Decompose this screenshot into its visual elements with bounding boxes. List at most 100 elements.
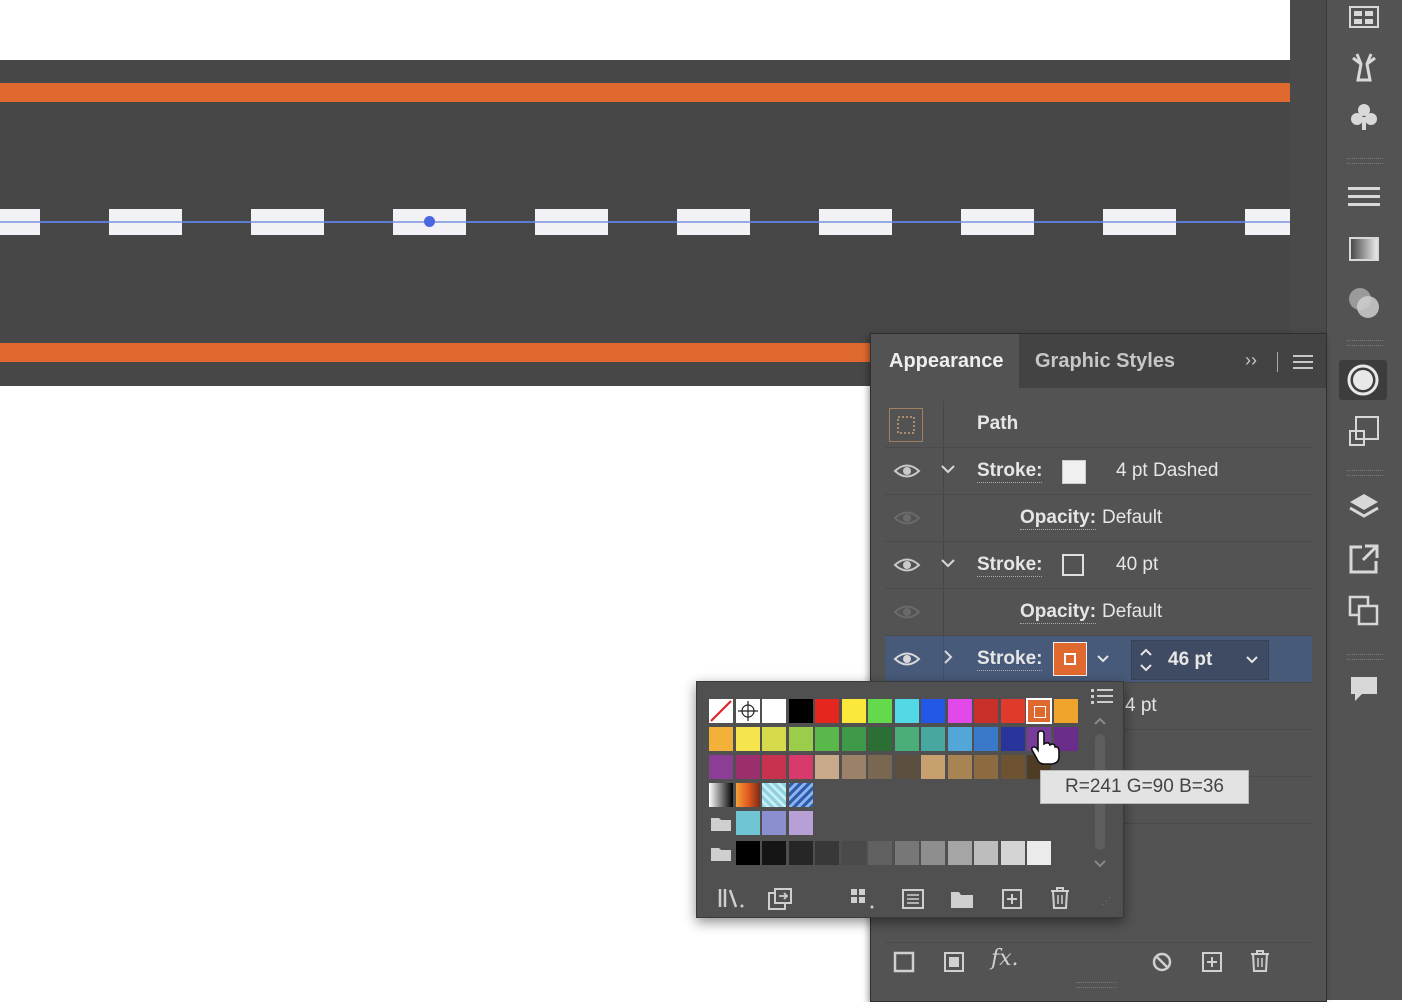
appearance-icon[interactable] <box>1339 360 1387 400</box>
color-swatch[interactable] <box>921 727 945 751</box>
opacity-row[interactable]: Opacity: Default <box>885 495 1312 542</box>
gradient-icon[interactable] <box>1347 232 1381 266</box>
stroke-value[interactable]: 4 pt Dashed <box>1116 460 1218 482</box>
swatch-options-icon[interactable] <box>849 887 877 911</box>
show-kinds-icon[interactable] <box>767 887 793 911</box>
dock-grip[interactable] <box>1347 470 1383 476</box>
stroke-value[interactable]: 40 pt <box>1116 554 1158 576</box>
dock-grip[interactable] <box>1347 340 1383 346</box>
stroke-weight-value[interactable]: 46 pt <box>1168 649 1212 671</box>
artboards-icon[interactable] <box>1347 594 1381 628</box>
color-swatch[interactable] <box>921 699 945 723</box>
visibility-eye-icon[interactable] <box>893 601 921 623</box>
color-swatch[interactable] <box>788 699 813 723</box>
color-swatch[interactable] <box>762 841 786 865</box>
swatch-dropdown-icon[interactable] <box>1095 651 1111 667</box>
transparency-icon[interactable] <box>1347 286 1381 320</box>
comments-icon[interactable] <box>1347 672 1381 706</box>
weight-dropdown-icon[interactable] <box>1244 652 1260 668</box>
color-swatch[interactable] <box>1000 727 1025 751</box>
opacity-label[interactable]: Opacity: <box>1020 601 1097 624</box>
color-swatch[interactable] <box>735 727 760 751</box>
stroke-row[interactable]: Stroke: 4 pt Dashed <box>885 448 1312 495</box>
libraries-icon[interactable] <box>1347 0 1381 34</box>
gradient-swatch[interactable] <box>735 783 760 807</box>
align-icon[interactable] <box>1347 180 1381 214</box>
opacity-label[interactable]: Opacity: <box>1020 507 1097 530</box>
stroke-label[interactable]: Stroke: <box>977 554 1043 577</box>
color-swatch[interactable] <box>947 841 972 865</box>
tab-graphic-styles[interactable]: Graphic Styles <box>1035 334 1205 388</box>
color-swatch[interactable] <box>815 841 839 865</box>
stroke-row[interactable]: Stroke: 40 pt <box>885 542 1312 589</box>
color-swatch[interactable] <box>894 699 919 723</box>
color-swatch[interactable] <box>921 755 945 779</box>
color-swatch[interactable] <box>841 841 866 865</box>
color-swatch[interactable] <box>894 727 919 751</box>
layers-icon[interactable] <box>1347 490 1381 524</box>
color-swatch[interactable] <box>815 699 839 723</box>
export-icon[interactable] <box>1347 542 1381 576</box>
chevron-down-icon[interactable] <box>939 554 957 572</box>
tab-appearance[interactable]: Appearance <box>871 334 1019 388</box>
transform-icon[interactable] <box>1347 414 1381 448</box>
color-swatch[interactable] <box>947 755 972 779</box>
color-swatch[interactable] <box>868 841 892 865</box>
stroke-label[interactable]: Stroke: <box>977 648 1043 671</box>
visibility-eye-icon[interactable] <box>893 507 921 529</box>
color-swatch[interactable] <box>1000 755 1025 779</box>
color-swatch[interactable] <box>947 727 972 751</box>
color-swatch[interactable] <box>841 755 866 779</box>
scroll-down-icon[interactable] <box>1091 858 1109 870</box>
stroke-color-swatch[interactable] <box>1062 554 1084 576</box>
color-swatch[interactable] <box>974 699 998 723</box>
dock-grip[interactable] <box>1347 654 1383 660</box>
delete-swatch-icon[interactable] <box>1049 886 1071 910</box>
visibility-eye-icon[interactable] <box>893 460 921 482</box>
new-swatch-icon[interactable] <box>1001 888 1023 910</box>
stroke-label[interactable]: Stroke: <box>977 460 1043 483</box>
gradient-swatch[interactable] <box>709 783 733 807</box>
color-swatch[interactable] <box>788 841 813 865</box>
stepper-icon[interactable] <box>1138 645 1154 675</box>
scroll-up-icon[interactable] <box>1091 715 1109 727</box>
color-swatch[interactable] <box>974 755 998 779</box>
color-swatch[interactable] <box>762 755 786 779</box>
color-swatch[interactable] <box>841 699 866 723</box>
color-swatch[interactable] <box>1000 841 1025 865</box>
color-swatch[interactable] <box>1027 841 1051 865</box>
puppet-warp-icon[interactable] <box>1347 50 1381 84</box>
color-swatch[interactable] <box>1053 699 1078 723</box>
resize-grip-icon[interactable]: ⋰ <box>1101 896 1111 907</box>
selected-color-swatch[interactable] <box>1026 698 1052 724</box>
visibility-eye-icon[interactable] <box>893 554 921 576</box>
color-swatch[interactable] <box>868 699 892 723</box>
stroke-color-picker[interactable] <box>1053 642 1087 676</box>
registration-swatch[interactable] <box>735 699 760 723</box>
fx-icon[interactable]: fx. <box>991 946 1019 971</box>
chevron-right-icon[interactable] <box>939 648 957 666</box>
color-swatch[interactable] <box>762 727 786 751</box>
color-swatch[interactable] <box>815 727 839 751</box>
visibility-eye-icon[interactable] <box>893 648 921 670</box>
pattern-swatch[interactable] <box>788 783 813 807</box>
new-group-icon[interactable] <box>949 888 975 910</box>
anchor-point[interactable] <box>424 216 435 227</box>
color-swatch[interactable] <box>868 727 892 751</box>
color-swatch[interactable] <box>947 699 972 723</box>
stroke-color-swatch[interactable] <box>1062 460 1086 484</box>
panel-resize-grip[interactable] <box>1076 982 1116 988</box>
color-swatch[interactable] <box>735 841 760 865</box>
none-swatch[interactable] <box>709 699 733 723</box>
color-swatch[interactable] <box>841 727 866 751</box>
stroke-row-selected[interactable]: Stroke: 46 pt <box>885 636 1312 683</box>
color-swatch[interactable] <box>762 811 786 835</box>
pattern-swatch[interactable] <box>762 783 786 807</box>
duplicate-item-icon[interactable] <box>1201 951 1223 978</box>
color-swatch[interactable] <box>735 811 760 835</box>
stroke-weight-field[interactable]: 46 pt <box>1131 640 1269 680</box>
stroke-value-partial[interactable]: 4 pt <box>1125 695 1157 717</box>
color-swatch[interactable] <box>815 755 839 779</box>
chevron-down-icon[interactable] <box>939 460 957 478</box>
opacity-row[interactable]: Opacity: Default <box>885 589 1312 636</box>
